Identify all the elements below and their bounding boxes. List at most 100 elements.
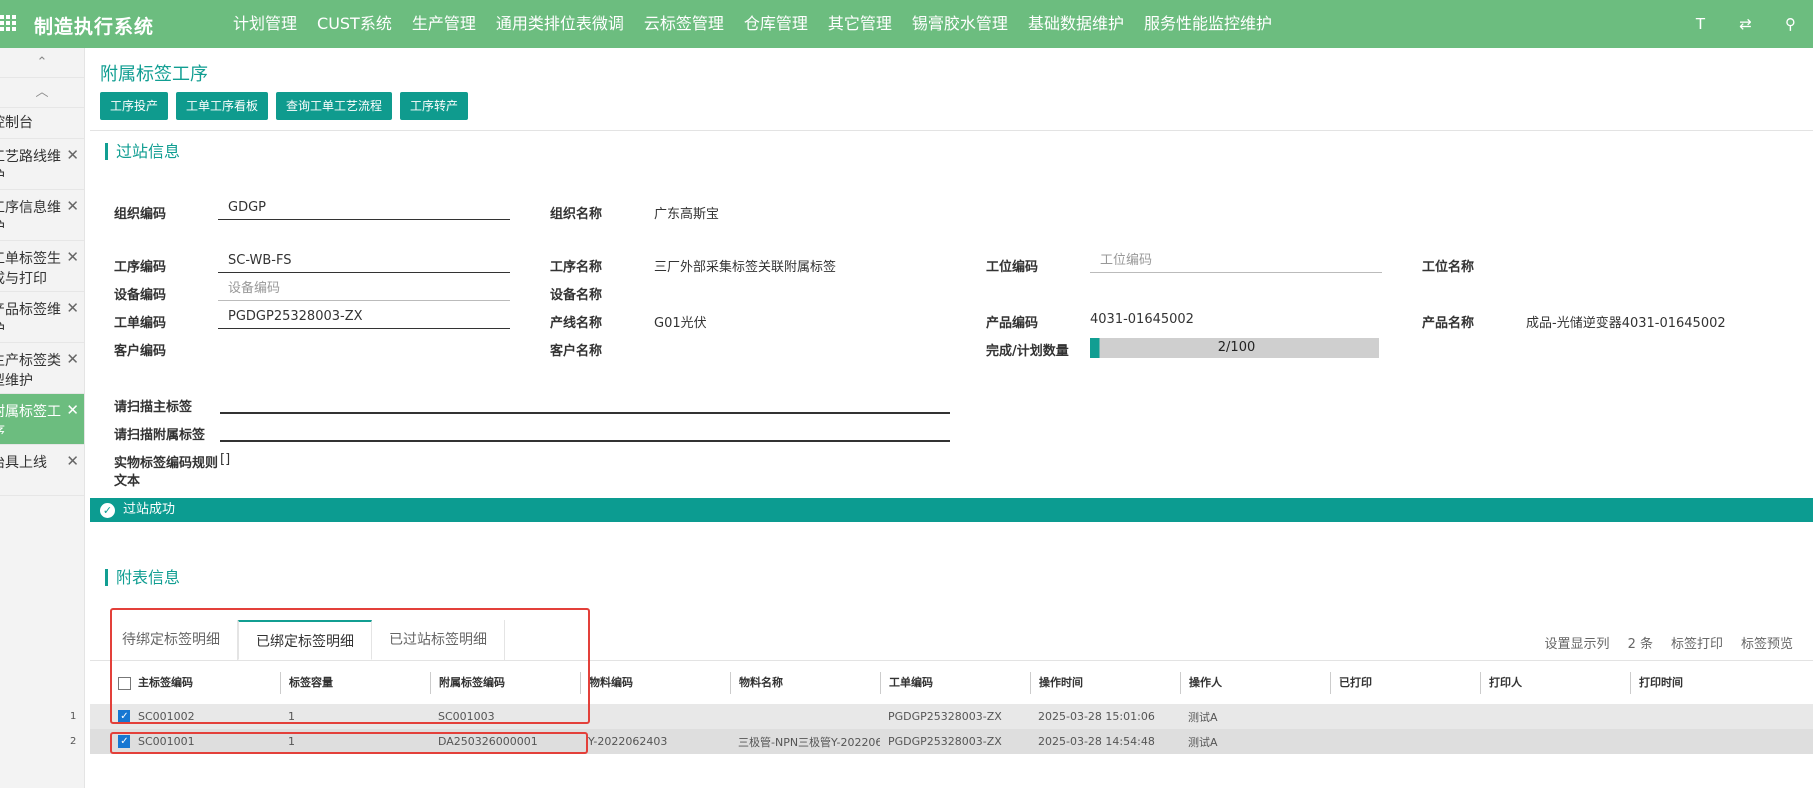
search-icon[interactable]: ⚲ bbox=[1768, 0, 1813, 48]
station-code-label: 工位编码 bbox=[986, 260, 1039, 275]
product-name-value: 成品-光储逆变器4031-01645002 bbox=[1526, 316, 1726, 331]
close-icon[interactable]: ✕ bbox=[66, 247, 79, 267]
row-count: 2 条 bbox=[1627, 637, 1653, 652]
collapse-all-icon[interactable]: ⌃ bbox=[0, 48, 84, 78]
col-material-code: 物料编码 bbox=[580, 672, 730, 694]
col-operator: 操作人 bbox=[1180, 672, 1330, 694]
sidebar-item-label: 工艺路线维护 bbox=[0, 149, 61, 185]
app-grid-icon[interactable] bbox=[0, 15, 16, 31]
close-icon[interactable]: ✕ bbox=[66, 451, 79, 471]
action-buttons: 工序投产 工单工序看板 查询工单工艺流程 工序转产 bbox=[100, 92, 476, 120]
device-name-label: 设备名称 bbox=[550, 288, 603, 303]
menu-item-production[interactable]: 生产管理 bbox=[412, 0, 476, 48]
process-code-field[interactable]: SC-WB-FS bbox=[218, 251, 510, 273]
cell-material-name: 三极管-NPN三极管Y-2022062 bbox=[738, 735, 880, 749]
station-code-field[interactable]: 工位编码 bbox=[1090, 251, 1382, 273]
menu-item-service-monitor[interactable]: 服务性能监控维护 bbox=[1144, 0, 1272, 48]
sidebar-item-label: 产品标签维护 bbox=[0, 302, 61, 338]
scan-main-input[interactable] bbox=[220, 412, 950, 414]
top-icons: T ⇄ ⚲ bbox=[1678, 0, 1813, 48]
close-icon[interactable]: ✕ bbox=[66, 298, 79, 318]
cell-op-time: 2025-03-28 14:54:48 bbox=[1038, 735, 1155, 748]
switch-icon[interactable]: ⇄ bbox=[1723, 0, 1768, 48]
rule-label: 实物标签编码规则 bbox=[114, 456, 219, 471]
station-name-label: 工位名称 bbox=[1422, 260, 1475, 275]
menu-item-cloud-label[interactable]: 云标签管理 bbox=[644, 0, 724, 48]
highlight-box-tabs bbox=[110, 608, 590, 724]
org-name-value: 广东高斯宝 bbox=[654, 207, 720, 222]
sidebar-item-attached-label-process[interactable]: 附属标签工序 ✕ bbox=[0, 394, 84, 445]
sidebar-item-label: 治具上线 bbox=[0, 455, 47, 471]
cell-work-order: PGDGP25328003-ZX bbox=[888, 735, 1002, 748]
success-message: 过站成功 bbox=[123, 502, 176, 517]
device-code-field[interactable]: 设备编码 bbox=[218, 279, 510, 301]
scan-main-label: 请扫描主标签 bbox=[114, 400, 193, 415]
cell-operator: 测试A bbox=[1188, 735, 1218, 749]
work-order-label: 工单编码 bbox=[114, 316, 167, 331]
close-icon[interactable]: ✕ bbox=[66, 196, 79, 216]
set-columns-button[interactable]: 设置显示列 bbox=[1545, 633, 1610, 652]
org-code-label: 组织编码 bbox=[114, 207, 167, 222]
wo-process-board-button[interactable]: 工单工序看板 bbox=[176, 92, 269, 120]
scan-sub-label: 请扫描附属标签 bbox=[114, 428, 206, 443]
col-work-order: 工单编码 bbox=[880, 672, 1030, 694]
query-wo-flow-button[interactable]: 查询工单工艺流程 bbox=[276, 92, 393, 120]
success-check-icon: ✓ bbox=[100, 503, 115, 518]
customer-code-label: 客户编码 bbox=[114, 344, 167, 359]
col-material-name: 物料名称 bbox=[730, 672, 880, 694]
menu-item-other[interactable]: 其它管理 bbox=[828, 0, 892, 48]
sidebar-item-label: 附属标签工序 bbox=[0, 404, 61, 440]
product-name-label: 产品名称 bbox=[1422, 316, 1475, 331]
cell-op-time: 2025-03-28 15:01:06 bbox=[1038, 710, 1155, 723]
device-code-label: 设备编码 bbox=[114, 288, 167, 303]
sidebar-item-route[interactable]: 工艺路线维护 ✕ bbox=[0, 139, 84, 190]
label-preview-button[interactable]: 标签预览 bbox=[1741, 633, 1793, 652]
process-name-label: 工序名称 bbox=[550, 260, 603, 275]
process-name-value: 三厂外部采集标签关联附属标签 bbox=[654, 260, 837, 275]
sidebar-item-wo-label-print[interactable]: 工单标签生成与打印 ✕ bbox=[0, 241, 84, 292]
menu-item-solder-paste[interactable]: 锡膏胶水管理 bbox=[912, 0, 1008, 48]
section-title-station: 过站信息 bbox=[105, 143, 180, 160]
scan-sub-input[interactable] bbox=[220, 440, 950, 442]
product-code-label: 产品编码 bbox=[986, 316, 1039, 331]
sidebar-item-label: 控制台 bbox=[0, 115, 33, 131]
col-printer: 打印人 bbox=[1480, 672, 1630, 694]
highlight-box-row bbox=[110, 732, 588, 754]
menu-item-slot-table[interactable]: 通用类排位表微调 bbox=[496, 0, 624, 48]
line-name-label: 产线名称 bbox=[550, 316, 603, 331]
line-name-value: G01光伏 bbox=[654, 316, 707, 331]
top-nav-bar: 制造执行系统 计划管理 CUST系统 生产管理 通用类排位表微调 云标签管理 仓… bbox=[0, 0, 1813, 48]
row-number: 2 bbox=[70, 736, 77, 747]
menu-item-plan[interactable]: 计划管理 bbox=[233, 0, 297, 48]
process-start-button[interactable]: 工序投产 bbox=[100, 92, 169, 120]
col-printed: 已打印 bbox=[1330, 672, 1480, 694]
org-code-field[interactable]: GDGP bbox=[218, 198, 510, 220]
sidebar-item-fixture-online[interactable]: 治具上线 ✕ bbox=[0, 445, 84, 496]
sidebar-item-process-info[interactable]: 工序信息维护 ✕ bbox=[0, 190, 84, 241]
work-order-field[interactable]: PGDGP25328003-ZX bbox=[218, 307, 510, 329]
main-content: 附属标签工序 工序投产 工单工序看板 查询工单工艺流程 工序转产 过站信息 组织… bbox=[70, 48, 1813, 788]
close-icon[interactable]: ✕ bbox=[66, 400, 79, 420]
menu-item-cust[interactable]: CUST系统 bbox=[317, 0, 392, 48]
menu-item-warehouse[interactable]: 仓库管理 bbox=[744, 0, 808, 48]
rule-label-text: 文本 bbox=[114, 474, 141, 489]
collapse-up-icon[interactable]: ︿ bbox=[0, 78, 84, 108]
sidebar-item-label-type[interactable]: 生产标签类型维护 ✕ bbox=[0, 343, 84, 394]
product-code-value: 4031-01645002 bbox=[1090, 312, 1194, 327]
section-title-attached: 附表信息 bbox=[105, 569, 180, 586]
close-icon[interactable]: ✕ bbox=[66, 349, 79, 369]
process-transfer-button[interactable]: 工序转产 bbox=[400, 92, 469, 120]
row-number: 1 bbox=[70, 711, 77, 722]
close-icon[interactable]: ✕ bbox=[66, 145, 79, 165]
cell-operator: 测试A bbox=[1188, 710, 1218, 724]
menu-item-base-data[interactable]: 基础数据维护 bbox=[1028, 0, 1124, 48]
label-print-button[interactable]: 标签打印 bbox=[1671, 633, 1723, 652]
process-code-label: 工序编码 bbox=[114, 260, 167, 275]
main-menu: 计划管理 CUST系统 生产管理 通用类排位表微调 云标签管理 仓库管理 其它管… bbox=[233, 0, 1292, 48]
customer-name-label: 客户名称 bbox=[550, 344, 603, 359]
text-size-icon[interactable]: T bbox=[1678, 0, 1723, 48]
sidebar-item-product-label[interactable]: 产品标签维护 ✕ bbox=[0, 292, 84, 343]
progress-bar: 2/100 bbox=[1090, 338, 1379, 358]
divider bbox=[90, 130, 1813, 131]
sidebar-item-console[interactable]: 控制台 bbox=[0, 108, 84, 139]
